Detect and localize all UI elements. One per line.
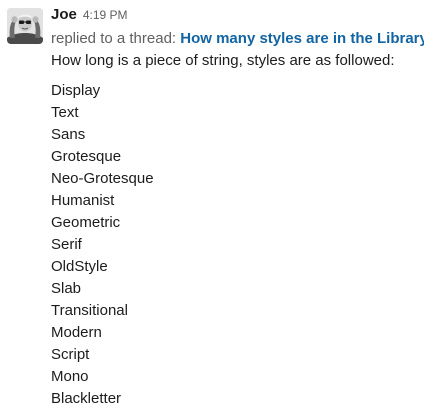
style-list-item: Blackletter [51,390,122,407]
avatar[interactable] [7,8,43,44]
style-list-item: Geometric [51,214,121,231]
thread-reply-prefix: replied to a thread: [51,30,181,47]
message: Joe 4:19 PM replied to a thread: How many… [0,0,424,413]
style-list-item: Mono [51,368,89,385]
style-list-item: Grotesque [51,148,122,165]
style-list-item: Text [51,104,79,121]
thread-title-link[interactable]: How many styles are in the Library? [180,30,424,47]
message-header: Joe 4:19 PM [51,6,128,26]
style-list-item: Sans [51,126,86,143]
message-intro-text: How long is a piece of string, styles ar… [51,52,395,69]
style-list-item: Slab [51,280,82,297]
style-list-item: Display [51,82,101,99]
style-list-item: OldStyle [51,258,108,275]
style-list-item: Humanist [51,192,115,209]
style-list-item: Script [51,346,90,363]
message-timestamp[interactable]: 4:19 PM [83,8,128,22]
thread-reply-line: replied to a thread: How many styles are… [51,30,424,47]
style-list-item: Modern [51,324,102,341]
style-list-item: Serif [51,236,82,253]
user-photo-icon [7,8,43,44]
style-list: Display Text Sans Grotesque Neo-Grotesqu… [51,82,154,412]
style-list-item: Transitional [51,302,128,319]
style-list-item: Neo-Grotesque [51,170,154,187]
author-name[interactable]: Joe [51,6,77,23]
